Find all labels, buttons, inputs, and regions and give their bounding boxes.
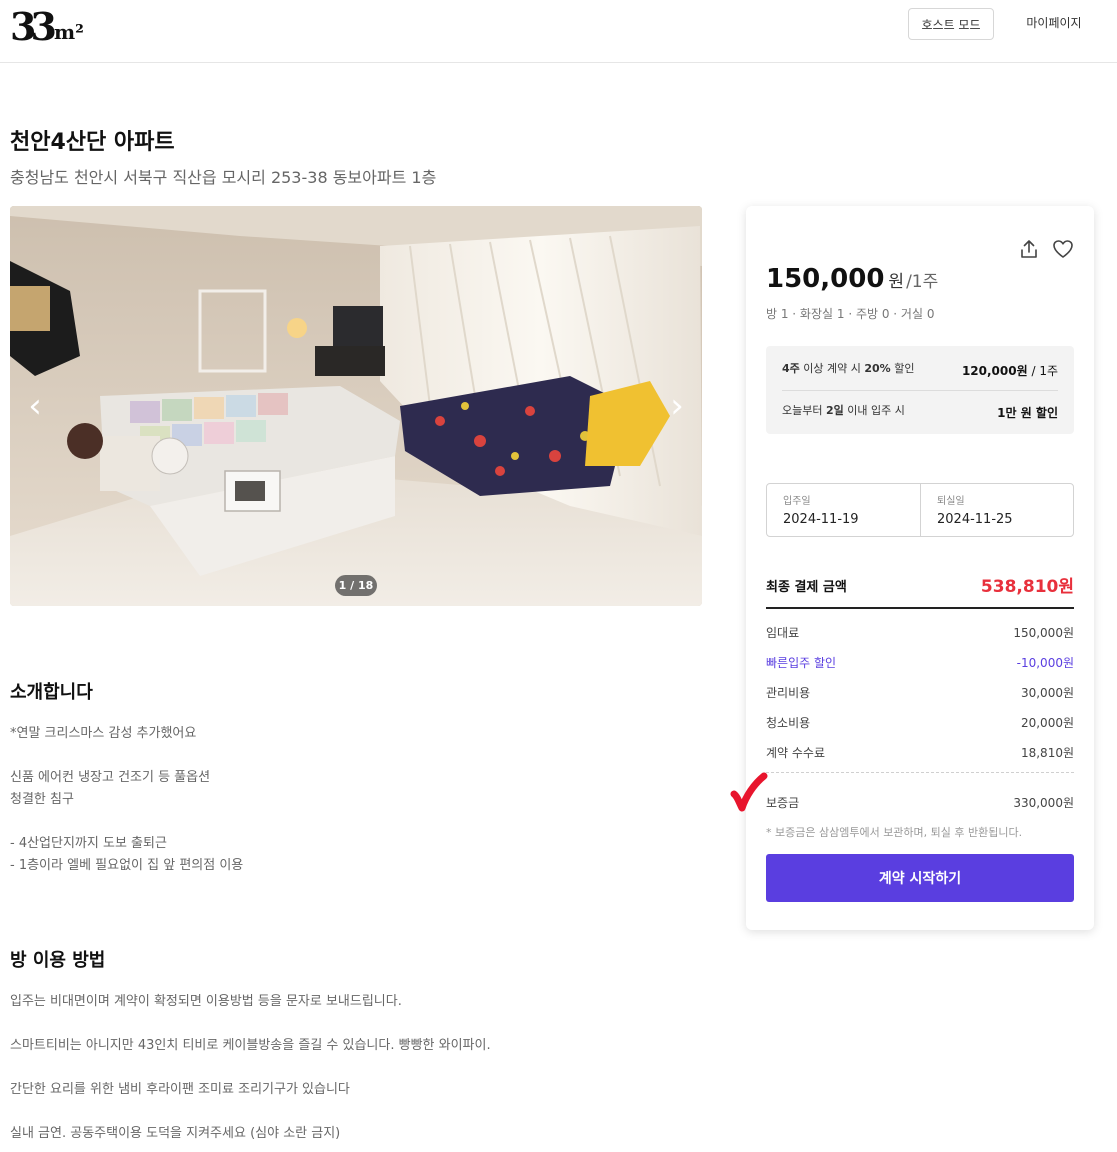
fee-row-cleaning: 청소비용 20,000원 <box>766 714 1074 732</box>
room-photo <box>10 206 702 606</box>
divider <box>766 607 1074 609</box>
photo-counter: 1 / 18 <box>335 575 377 596</box>
intro-line: - 4산업단지까지 도보 출퇴근 <box>10 836 167 851</box>
intro-line: - 1층이라 엘베 필요없이 집 앞 편의점 이용 <box>10 858 244 873</box>
fee-value: -10,000원 <box>1016 656 1074 670</box>
promo-text: 오늘부터 <box>782 404 826 417</box>
fee-row-rent: 임대료 150,000원 <box>766 624 1074 642</box>
promo-discount-amount: 1만 원 할인 <box>997 406 1058 420</box>
fee-row-management: 관리비용 30,000원 <box>766 684 1074 702</box>
price-amount: 150,000 <box>766 264 885 294</box>
promo-percent: 20% <box>864 362 891 375</box>
my-page-link[interactable]: 마이페이지 <box>1012 14 1096 31</box>
total-value: 538,810원 <box>980 577 1074 597</box>
price-period: /1주 <box>906 272 939 292</box>
promo-text: 할인 <box>890 362 915 375</box>
promo-price-period: / 1주 <box>1027 364 1058 378</box>
logo[interactable]: 33 m² <box>10 4 90 49</box>
checkin-value: 2024-11-19 <box>783 512 859 527</box>
share-icon[interactable] <box>1018 238 1040 260</box>
start-contract-button[interactable]: 계약 시작하기 <box>766 854 1074 902</box>
fee-value: 18,810원 <box>1020 746 1074 760</box>
checkout-value: 2024-11-25 <box>937 512 1013 527</box>
promo-days: 2일 <box>825 404 844 417</box>
header: 33 m² 호스트 모드 마이페이지 <box>0 0 1117 63</box>
fee-value: 330,000원 <box>1013 796 1074 810</box>
heart-icon[interactable] <box>1052 238 1074 260</box>
promo-text: 이내 입주 시 <box>843 404 905 417</box>
price: 150,000 원/1주 <box>766 264 938 294</box>
fee-label: 임대료 <box>766 626 800 640</box>
promo-text: 이상 계약 시 <box>799 362 865 375</box>
fee-value: 30,000원 <box>1020 686 1074 700</box>
checkmark-annotation <box>730 772 768 812</box>
fee-row-deposit: 보증금 330,000원 <box>766 794 1074 812</box>
photo-gallery[interactable]: ‹ › 1 / 18 <box>10 206 702 606</box>
date-picker: 입주일 2024-11-19 퇴실일 2024-11-25 <box>766 483 1074 537</box>
chevron-left-icon[interactable]: ‹ <box>20 386 50 426</box>
promo-price: 120,000원 / 1주 <box>962 362 1058 379</box>
checkout-date-field[interactable]: 퇴실일 2024-11-25 <box>921 484 1075 536</box>
discount-box: 4주 이상 계약 시 20% 할인 120,000원 / 1주 오늘부터 2일 … <box>766 346 1074 434</box>
fee-value: 20,000원 <box>1020 716 1074 730</box>
listing-address: 충청남도 천안시 서북구 직산읍 모시리 253-38 동보아파트 1층 <box>10 168 437 187</box>
fee-value: 150,000원 <box>1013 626 1074 640</box>
dashed-divider <box>766 772 1074 773</box>
usage-line: 스마트티비는 아니지만 43인치 티비로 케이블방송을 즐길 수 있습니다. 빵… <box>10 1038 491 1053</box>
early-checkin-discount: 오늘부터 2일 이내 입주 시 1만 원 할인 <box>782 402 1058 422</box>
usage-line: 입주는 비대면이며 계약이 확정되면 이용방법 등을 문자로 보내드립니다. <box>10 994 402 1009</box>
checkin-label: 입주일 <box>783 496 811 507</box>
usage-heading: 방 이용 방법 <box>10 950 106 971</box>
fee-label: 계약 수수료 <box>766 746 826 760</box>
fee-row-fast-checkin-discount: 빠른입주 할인 -10,000원 <box>766 654 1074 672</box>
checkin-date-field[interactable]: 입주일 2024-11-19 <box>767 484 921 536</box>
promo-price-amount: 120,000원 <box>961 364 1028 378</box>
booking-card: 150,000 원/1주 방 1 · 화장실 1 · 주방 0 · 거실 0 4주… <box>746 206 1094 930</box>
price-unit: 원 <box>888 272 905 292</box>
fee-label: 보증금 <box>766 796 800 810</box>
listing-title: 천안4산단 아파트 <box>10 130 175 155</box>
room-summary: 방 1 · 화장실 1 · 주방 0 · 거실 0 <box>766 307 935 321</box>
fee-label: 관리비용 <box>766 686 811 700</box>
checkout-label: 퇴실일 <box>937 496 965 507</box>
chevron-right-icon[interactable]: › <box>662 386 692 426</box>
logo-unit: m² <box>54 20 84 44</box>
fee-label: 빠른입주 할인 <box>766 656 837 670</box>
fee-label: 청소비용 <box>766 716 811 730</box>
divider <box>782 390 1058 391</box>
intro-line: *연말 크리스마스 감성 추가했어요 <box>10 726 197 741</box>
deposit-note: * 보증금은 삼삼엠투에서 보관하며, 퇴실 후 반환됩니다. <box>766 826 1023 839</box>
intro-line: 신품 에어컨 냉장고 건조기 등 풀옵션 <box>10 770 211 785</box>
promo-weeks: 4주 <box>782 362 800 375</box>
logo-mark: 33 <box>10 4 57 49</box>
total-label: 최종 결제 금액 <box>766 580 847 595</box>
intro-line: 청결한 침구 <box>10 792 74 807</box>
fee-row-contract-fee: 계약 수수료 18,810원 <box>766 744 1074 762</box>
usage-line: 간단한 요리를 위한 냄비 후라이팬 조미료 조리기구가 있습니다 <box>10 1082 350 1097</box>
long-stay-discount: 4주 이상 계약 시 20% 할인 120,000원 / 1주 <box>782 360 1058 380</box>
usage-line: 실내 금연. 공동주택이용 도덕을 지켜주세요 (심야 소란 금지) <box>10 1126 341 1141</box>
intro-heading: 소개합니다 <box>10 682 93 703</box>
host-mode-button[interactable]: 호스트 모드 <box>908 8 994 40</box>
